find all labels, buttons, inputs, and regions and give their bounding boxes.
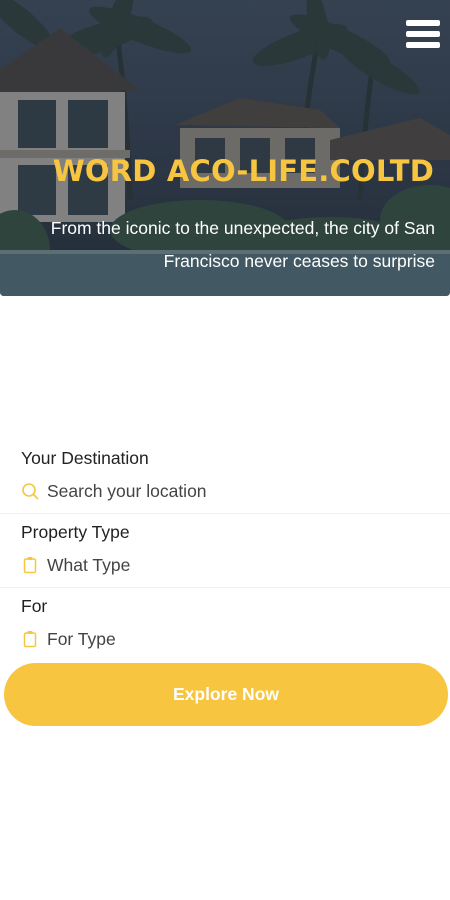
destination-field: Your Destination Search your location bbox=[0, 440, 450, 514]
hero-title: WORD ACO-LIFE.COLTD bbox=[52, 154, 434, 188]
hero-banner: WORD ACO-LIFE.COLTD From the iconic to t… bbox=[0, 0, 450, 296]
search-icon bbox=[21, 482, 39, 500]
property-type-select[interactable]: What Type bbox=[21, 548, 450, 582]
destination-label: Your Destination bbox=[21, 448, 149, 468]
clipboard-icon bbox=[21, 630, 39, 648]
hamburger-menu-icon[interactable] bbox=[406, 20, 440, 50]
explore-now-button[interactable]: Explore Now bbox=[4, 663, 448, 726]
for-label: For bbox=[21, 596, 48, 616]
for-type-placeholder: For Type bbox=[47, 628, 116, 649]
destination-input[interactable]: Search your location bbox=[21, 474, 450, 508]
destination-placeholder: Search your location bbox=[47, 480, 207, 501]
clipboard-icon bbox=[21, 556, 39, 574]
search-form: Your Destination Search your location Pr… bbox=[0, 440, 450, 662]
for-type-select[interactable]: For Type bbox=[21, 622, 450, 656]
hero-subtitle: From the iconic to the unexpected, the c… bbox=[50, 218, 435, 271]
property-type-label: Property Type bbox=[21, 522, 130, 542]
for-field: For For Type bbox=[0, 588, 450, 662]
property-type-placeholder: What Type bbox=[47, 554, 131, 575]
property-type-field: Property Type What Type bbox=[0, 514, 450, 588]
